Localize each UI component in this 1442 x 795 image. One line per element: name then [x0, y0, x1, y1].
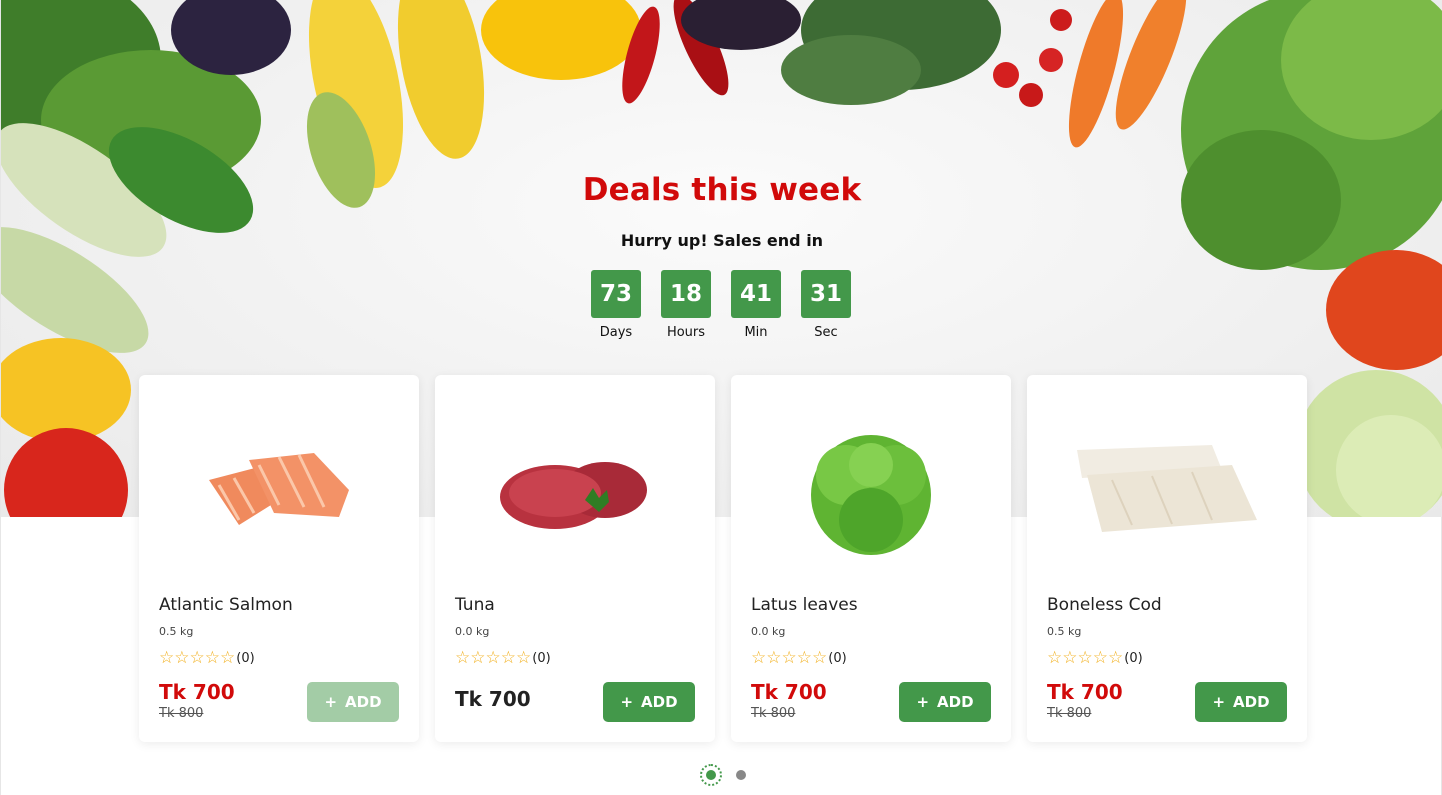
- star-outline-icon: ☆: [455, 648, 471, 668]
- countdown-value: 41: [731, 270, 781, 318]
- countdown-label: Days: [599, 325, 633, 340]
- countdown-subtitle: Hurry up! Sales end in: [620, 231, 824, 250]
- product-rating: ☆ ☆ ☆ ☆ ☆ (0): [751, 650, 847, 667]
- plus-icon: +: [1212, 693, 1226, 711]
- star-outline-icon: ☆: [189, 648, 205, 668]
- product-rating: ☆ ☆ ☆ ☆ ☆ (0): [1047, 650, 1143, 667]
- add-button-label: ADD: [1233, 693, 1270, 711]
- star-outline-icon: ☆: [1047, 648, 1063, 668]
- countdown-label: Hours: [666, 325, 706, 340]
- countdown-hours: 18 Hours: [661, 270, 711, 340]
- countdown-label: Min: [744, 325, 768, 340]
- product-card[interactable]: Boneless Cod 0.5 kg ☆ ☆ ☆ ☆ ☆ (0) Tk 700…: [1027, 375, 1307, 742]
- add-to-cart-button[interactable]: + ADD: [307, 682, 399, 722]
- countdown-label: Sec: [814, 325, 838, 340]
- star-outline-icon: ☆: [1108, 648, 1124, 668]
- pagination-dot-active[interactable]: [700, 764, 722, 786]
- product-carousel: Atlantic Salmon 0.5 kg ☆ ☆ ☆ ☆ ☆ (0) Tk …: [139, 375, 1307, 742]
- star-outline-icon: ☆: [812, 648, 828, 668]
- product-card[interactable]: Tuna 0.0 kg ☆ ☆ ☆ ☆ ☆ (0) Tk 700 + ADD: [435, 375, 715, 742]
- product-weight: 0.0 kg: [455, 625, 490, 638]
- countdown-value: 73: [591, 270, 641, 318]
- lettuce-image[interactable]: [731, 405, 1011, 575]
- carousel-pagination: [700, 764, 746, 786]
- rating-count: (0): [236, 651, 255, 666]
- original-price: Tk 800: [751, 706, 796, 721]
- deals-section: Deals this week Hurry up! Sales end in 7…: [0, 0, 1442, 795]
- star-outline-icon: ☆: [781, 648, 797, 668]
- add-button-label: ADD: [937, 693, 974, 711]
- product-name[interactable]: Tuna: [455, 595, 495, 615]
- add-button-label: ADD: [345, 693, 382, 711]
- product-weight: 0.0 kg: [751, 625, 786, 638]
- original-price: Tk 800: [1047, 706, 1092, 721]
- star-outline-icon: ☆: [220, 648, 236, 668]
- tuna-steak-image[interactable]: [435, 405, 715, 575]
- product-rating: ☆ ☆ ☆ ☆ ☆ (0): [159, 650, 255, 667]
- salmon-fillet-image[interactable]: [139, 405, 419, 575]
- plus-icon: +: [620, 693, 634, 711]
- product-card[interactable]: Atlantic Salmon 0.5 kg ☆ ☆ ☆ ☆ ☆ (0) Tk …: [139, 375, 419, 742]
- sale-price: Tk 700: [159, 680, 235, 704]
- countdown-minutes: 41 Min: [731, 270, 781, 340]
- original-price: Tk 800: [159, 706, 204, 721]
- star-outline-icon: ☆: [204, 648, 220, 668]
- star-outline-icon: ☆: [500, 648, 516, 668]
- countdown-value: 18: [661, 270, 711, 318]
- product-name[interactable]: Latus leaves: [751, 595, 858, 615]
- section-title: Deals this week: [582, 172, 862, 208]
- star-outline-icon: ☆: [766, 648, 782, 668]
- product-weight: 0.5 kg: [1047, 625, 1082, 638]
- star-outline-icon: ☆: [174, 648, 190, 668]
- product-name[interactable]: Atlantic Salmon: [159, 595, 293, 615]
- sale-price: Tk 700: [751, 680, 827, 704]
- star-outline-icon: ☆: [796, 648, 812, 668]
- add-to-cart-button[interactable]: + ADD: [603, 682, 695, 722]
- countdown-timer: 73 Days 18 Hours 41 Min 31 Sec: [591, 270, 851, 340]
- product-card[interactable]: Latus leaves 0.0 kg ☆ ☆ ☆ ☆ ☆ (0) Tk 700…: [731, 375, 1011, 742]
- star-outline-icon: ☆: [1092, 648, 1108, 668]
- countdown-days: 73 Days: [591, 270, 641, 340]
- star-outline-icon: ☆: [1062, 648, 1078, 668]
- star-outline-icon: ☆: [159, 648, 175, 668]
- countdown-seconds: 31 Sec: [801, 270, 851, 340]
- pagination-dot[interactable]: [736, 770, 746, 780]
- star-outline-icon: ☆: [485, 648, 501, 668]
- sale-price: Tk 700: [1047, 680, 1123, 704]
- star-outline-icon: ☆: [1077, 648, 1093, 668]
- add-to-cart-button[interactable]: + ADD: [899, 682, 991, 722]
- star-outline-icon: ☆: [751, 648, 767, 668]
- product-price: Tk 700: [455, 687, 531, 711]
- countdown-value: 31: [801, 270, 851, 318]
- star-outline-icon: ☆: [470, 648, 486, 668]
- rating-count: (0): [532, 651, 551, 666]
- add-to-cart-button[interactable]: + ADD: [1195, 682, 1287, 722]
- product-rating: ☆ ☆ ☆ ☆ ☆ (0): [455, 650, 551, 667]
- product-name[interactable]: Boneless Cod: [1047, 595, 1162, 615]
- plus-icon: +: [916, 693, 930, 711]
- rating-count: (0): [828, 651, 847, 666]
- product-weight: 0.5 kg: [159, 625, 194, 638]
- star-outline-icon: ☆: [516, 648, 532, 668]
- add-button-label: ADD: [641, 693, 678, 711]
- plus-icon: +: [324, 693, 338, 711]
- rating-count: (0): [1124, 651, 1143, 666]
- cod-fillet-image[interactable]: [1027, 405, 1307, 575]
